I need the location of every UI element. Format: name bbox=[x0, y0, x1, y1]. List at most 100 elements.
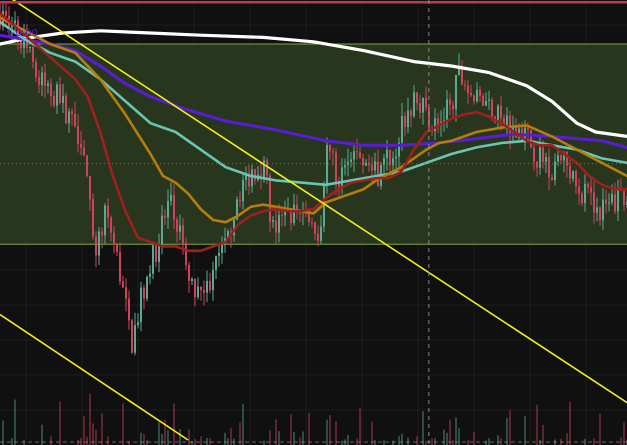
volume-bar bbox=[383, 440, 385, 445]
candle-body bbox=[197, 286, 199, 298]
candle-body bbox=[404, 116, 406, 128]
candle-body bbox=[605, 199, 607, 204]
candle-body bbox=[419, 103, 421, 113]
candle-body bbox=[176, 219, 178, 232]
price-label: $ 0.00 bbox=[6, 28, 38, 39]
candle-body bbox=[500, 105, 502, 118]
volume-bar bbox=[77, 440, 79, 445]
candle-body bbox=[488, 99, 490, 101]
volume-bar bbox=[341, 440, 343, 445]
candle-body bbox=[149, 273, 151, 277]
candle-body bbox=[587, 183, 589, 188]
candle-body bbox=[95, 236, 97, 256]
volume-bar bbox=[422, 411, 424, 445]
volume-bar bbox=[278, 431, 280, 445]
candle-body bbox=[32, 47, 34, 62]
candle-body bbox=[134, 325, 136, 353]
candle-body bbox=[92, 199, 94, 237]
volume-bars bbox=[2, 393, 627, 445]
volume-bar bbox=[269, 430, 271, 445]
volume-bar bbox=[401, 433, 403, 445]
volume-bar bbox=[200, 436, 202, 445]
candle-body bbox=[107, 205, 109, 218]
candle-body bbox=[56, 84, 58, 106]
volume-bar bbox=[392, 440, 394, 445]
volume-bar bbox=[23, 440, 25, 445]
candle-body bbox=[575, 171, 577, 187]
candle-body bbox=[215, 256, 217, 270]
volume-bar bbox=[224, 432, 226, 445]
volume-bar bbox=[569, 401, 571, 445]
volume-bar bbox=[86, 436, 88, 445]
volume-bar bbox=[122, 403, 124, 445]
candle-body bbox=[80, 144, 82, 148]
volume-bar bbox=[146, 440, 148, 445]
candle-body bbox=[428, 107, 430, 128]
candle-body bbox=[497, 105, 499, 122]
candle-body bbox=[110, 217, 112, 233]
volume-bar bbox=[473, 431, 475, 445]
candle-body bbox=[344, 165, 346, 168]
volume-bar bbox=[488, 438, 490, 445]
volume-bar bbox=[599, 413, 601, 445]
volume-bar bbox=[374, 440, 376, 445]
volume-bar bbox=[275, 419, 277, 445]
candle-body bbox=[86, 155, 88, 177]
candle-body bbox=[143, 287, 145, 299]
candle-body bbox=[53, 96, 55, 106]
candle-body bbox=[269, 175, 271, 222]
candle-body bbox=[446, 99, 448, 121]
candle-body bbox=[179, 225, 181, 232]
volume-bar bbox=[416, 436, 418, 445]
candle-body bbox=[554, 161, 556, 181]
candle-body bbox=[371, 165, 373, 171]
candle-body bbox=[113, 232, 115, 244]
candle-body bbox=[242, 179, 244, 202]
candle-body bbox=[89, 176, 91, 200]
candle-body bbox=[506, 115, 508, 125]
candle-body bbox=[29, 47, 31, 49]
candle-body bbox=[104, 205, 106, 236]
candle-body bbox=[98, 231, 100, 256]
candle-body bbox=[167, 200, 169, 218]
candle-body bbox=[329, 145, 331, 152]
candle-body bbox=[62, 95, 64, 103]
candle-body bbox=[602, 199, 604, 221]
candle-body bbox=[314, 222, 316, 234]
candle-body bbox=[194, 278, 196, 298]
candle-body bbox=[254, 169, 256, 181]
candle-body bbox=[557, 155, 559, 162]
candle-body bbox=[68, 111, 70, 124]
price-chart[interactable] bbox=[0, 0, 627, 445]
candle-body bbox=[44, 72, 46, 86]
candle-body bbox=[623, 190, 625, 206]
candle-body bbox=[71, 111, 73, 114]
volume-bar bbox=[299, 437, 301, 445]
candle-body bbox=[596, 207, 598, 213]
candle-body bbox=[326, 145, 328, 184]
candle-body bbox=[581, 193, 583, 204]
candle-body bbox=[470, 93, 472, 96]
volume-bar bbox=[143, 433, 145, 445]
candle-body bbox=[590, 187, 592, 193]
candle-body bbox=[155, 245, 157, 262]
candle-body bbox=[395, 156, 397, 159]
candle-body bbox=[350, 159, 352, 162]
volume-bar bbox=[566, 433, 568, 445]
volume-bar bbox=[497, 435, 499, 445]
candle-body bbox=[74, 113, 76, 127]
candle-body bbox=[266, 160, 268, 176]
candle-body bbox=[617, 188, 619, 212]
candle-body bbox=[608, 202, 610, 204]
candle-body bbox=[218, 252, 220, 257]
candle-body bbox=[332, 151, 334, 153]
volume-bar bbox=[485, 440, 487, 445]
candle-body bbox=[311, 221, 313, 223]
candle-body bbox=[14, 20, 16, 24]
candle-body bbox=[47, 83, 49, 86]
volume-bar bbox=[188, 429, 190, 445]
candle-body bbox=[407, 110, 409, 128]
volume-bar bbox=[50, 436, 52, 445]
candle-body bbox=[476, 89, 478, 102]
candle-body bbox=[536, 161, 538, 168]
